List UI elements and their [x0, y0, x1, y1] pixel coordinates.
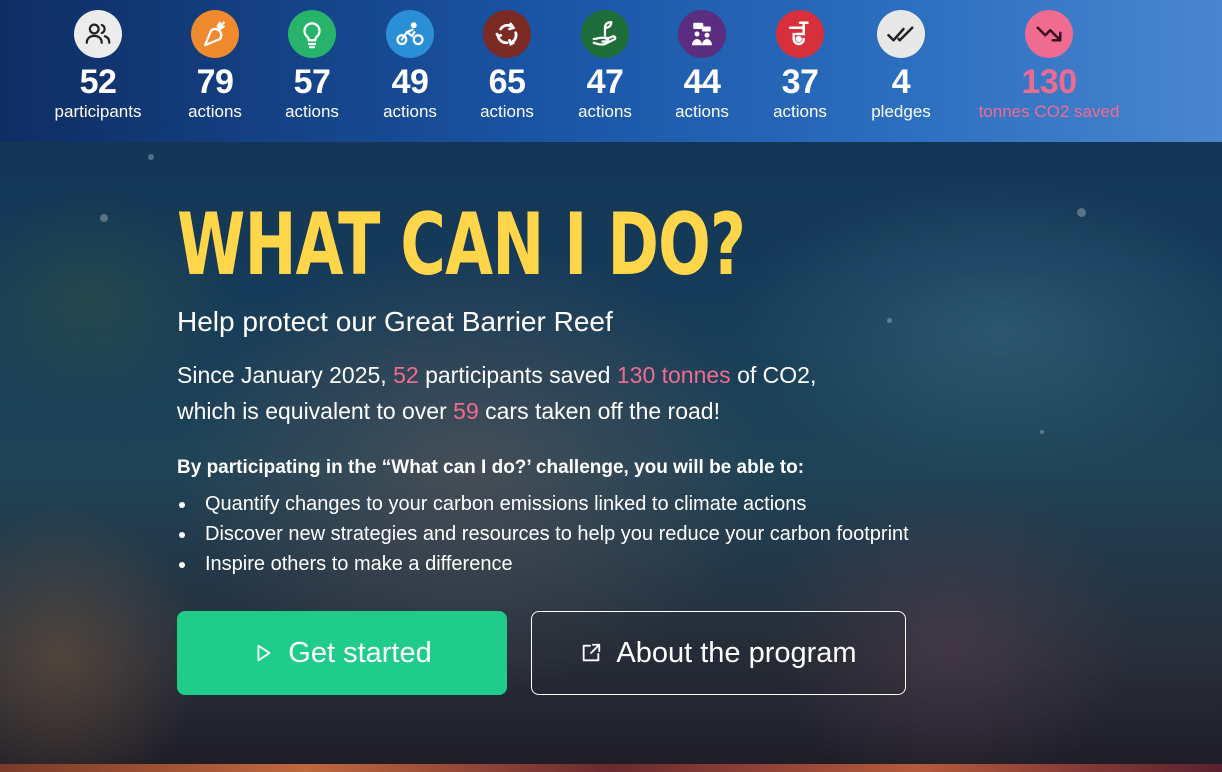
external-link-icon — [583, 643, 601, 662]
stat-participants: 52 participants — [38, 10, 158, 122]
stat-value: 57 — [293, 63, 331, 101]
stat-pledges: 4 pledges — [841, 10, 961, 122]
stat-label: actions — [578, 102, 632, 121]
about-program-label: About the program — [616, 636, 857, 669]
bottom-strip — [0, 764, 1222, 772]
cars-equivalent: 59 — [453, 398, 479, 424]
stat-value: 37 — [781, 63, 819, 101]
stat-label: actions — [675, 102, 729, 121]
stat-label: actions — [188, 102, 242, 121]
benefits-heading: By participating in the “What can I do?’… — [177, 457, 805, 478]
stat-label: actions — [383, 102, 437, 121]
stats-bar: 52 participants 79 actions 57 actions 49… — [0, 0, 1222, 142]
tonnes-saved: 130 tonnes — [616, 362, 731, 388]
stat-label: tonnes CO2 saved — [978, 102, 1120, 121]
benefits-list: Quantify changes to your carbon emission… — [177, 489, 1077, 579]
carrot-icon — [191, 10, 239, 58]
people-icon — [74, 10, 122, 58]
people-talking-icon — [678, 10, 726, 58]
stat-value: 65 — [488, 63, 526, 101]
stat-co2-saved: 130 tonnes CO2 saved — [979, 10, 1119, 122]
list-item: Quantify changes to your carbon emission… — [177, 489, 1077, 519]
list-item: Discover new strategies and resources to… — [177, 519, 1077, 549]
cyclist-icon — [386, 10, 434, 58]
stat-value: 130 — [1021, 63, 1077, 101]
stat-value: 4 — [891, 63, 911, 101]
hero-subtitle: Help protect our Great Barrier Reef — [177, 306, 613, 337]
about-program-button[interactable]: About the program — [531, 611, 906, 695]
stat-value: 44 — [683, 63, 721, 101]
hero-section: WHAT CAN I DO? Help protect our Great Ba… — [177, 195, 1077, 695]
trend-down-icon — [1025, 10, 1073, 58]
participants-count: 52 — [393, 362, 419, 388]
get-started-label: Get started — [288, 636, 432, 669]
stat-value: 52 — [79, 63, 117, 101]
double-check-icon — [877, 10, 925, 58]
get-started-button[interactable]: Get started — [177, 611, 507, 695]
stat-label: pledges — [871, 102, 931, 121]
recycle-icon — [483, 10, 531, 58]
list-item: Inspire others to make a difference — [177, 549, 1077, 579]
seedling-hand-icon — [581, 10, 629, 58]
tap-icon — [776, 10, 824, 58]
stat-label: participants — [54, 102, 142, 121]
stat-value: 49 — [391, 63, 429, 101]
stat-value: 47 — [586, 63, 624, 101]
impact-summary: Since January 2025, 52 participants save… — [177, 362, 817, 424]
lightbulb-icon — [288, 10, 336, 58]
stat-label: actions — [773, 102, 827, 121]
stat-label: actions — [285, 102, 339, 121]
page-title: WHAT CAN I DO? — [177, 195, 746, 295]
stat-value: 79 — [196, 63, 234, 101]
cta-buttons: Get started About the program — [177, 611, 1077, 695]
stat-label: actions — [480, 102, 534, 121]
play-icon — [257, 644, 271, 662]
